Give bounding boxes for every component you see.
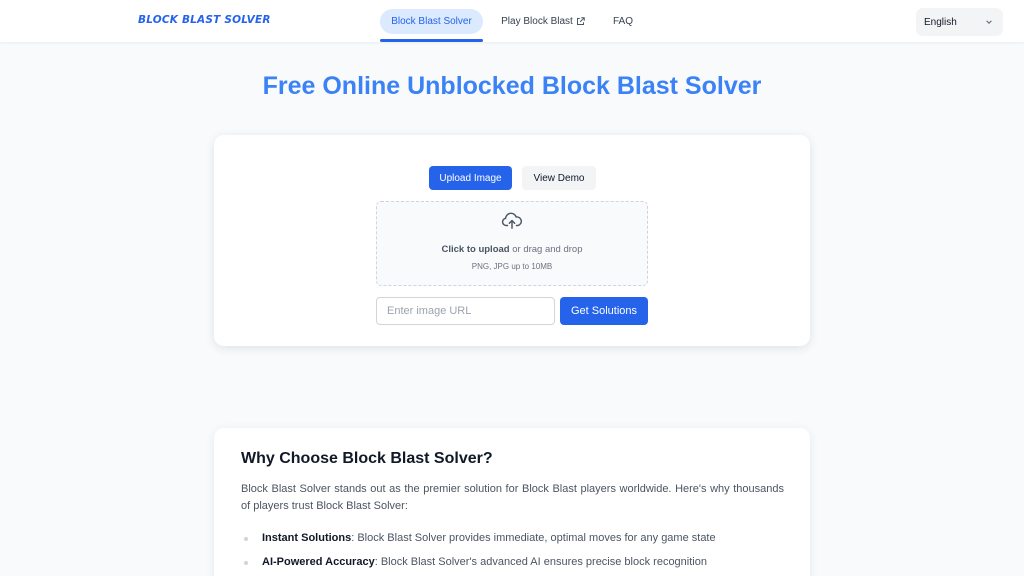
- nav-item-block-blast-solver[interactable]: Block Blast Solver: [380, 9, 483, 34]
- image-url-input[interactable]: [376, 297, 555, 325]
- nav-item-faq[interactable]: FAQ: [608, 9, 638, 34]
- dropzone-instructions: Click to upload or drag and drop: [376, 244, 648, 255]
- bullet-dot: [244, 537, 248, 541]
- list-item-title: Instant Solutions: [262, 532, 352, 544]
- upload-image-button[interactable]: Upload Image: [429, 166, 512, 190]
- top-nav-bar: BLOCK BLAST SOLVER Block Blast Solver Pl…: [0, 0, 1024, 42]
- list-item-title: AI-Powered Accuracy: [262, 556, 375, 568]
- click-to-upload-link[interactable]: Click to upload: [442, 244, 510, 255]
- drag-drop-text: or drag and drop: [509, 244, 583, 255]
- external-link-icon: [576, 17, 585, 26]
- why-section-title: Why Choose Block Blast Solver?: [241, 450, 493, 467]
- dropzone-file-hint: PNG, JPG up to 10MB: [471, 262, 553, 271]
- active-nav-indicator: [380, 39, 483, 42]
- why-section-paragraph: Block Blast Solver stands out as the pre…: [241, 483, 784, 512]
- bullet-dot: [244, 561, 248, 565]
- cloud-upload-icon: [500, 211, 524, 231]
- nav-label: FAQ: [612, 16, 633, 27]
- nav-item-play-block-blast[interactable]: Play Block Blast: [496, 9, 590, 34]
- chevron-down-icon: [985, 18, 993, 26]
- language-select[interactable]: English: [916, 8, 1003, 36]
- get-solutions-button[interactable]: Get Solutions: [560, 297, 648, 325]
- site-logo[interactable]: BLOCK BLAST SOLVER: [138, 14, 271, 26]
- nav-label: Block Blast Solver: [391, 16, 472, 27]
- nav-label: Play Block Blast: [501, 16, 573, 27]
- page-title: Free Online Unblocked Block Blast Solver: [262, 72, 762, 100]
- language-selected: English: [924, 16, 957, 28]
- view-demo-button[interactable]: View Demo: [522, 166, 596, 190]
- list-item-text: : Block Blast Solver's advanced AI ensur…: [374, 556, 707, 568]
- list-item-text: : Block Blast Solver provides immediate,…: [351, 532, 716, 544]
